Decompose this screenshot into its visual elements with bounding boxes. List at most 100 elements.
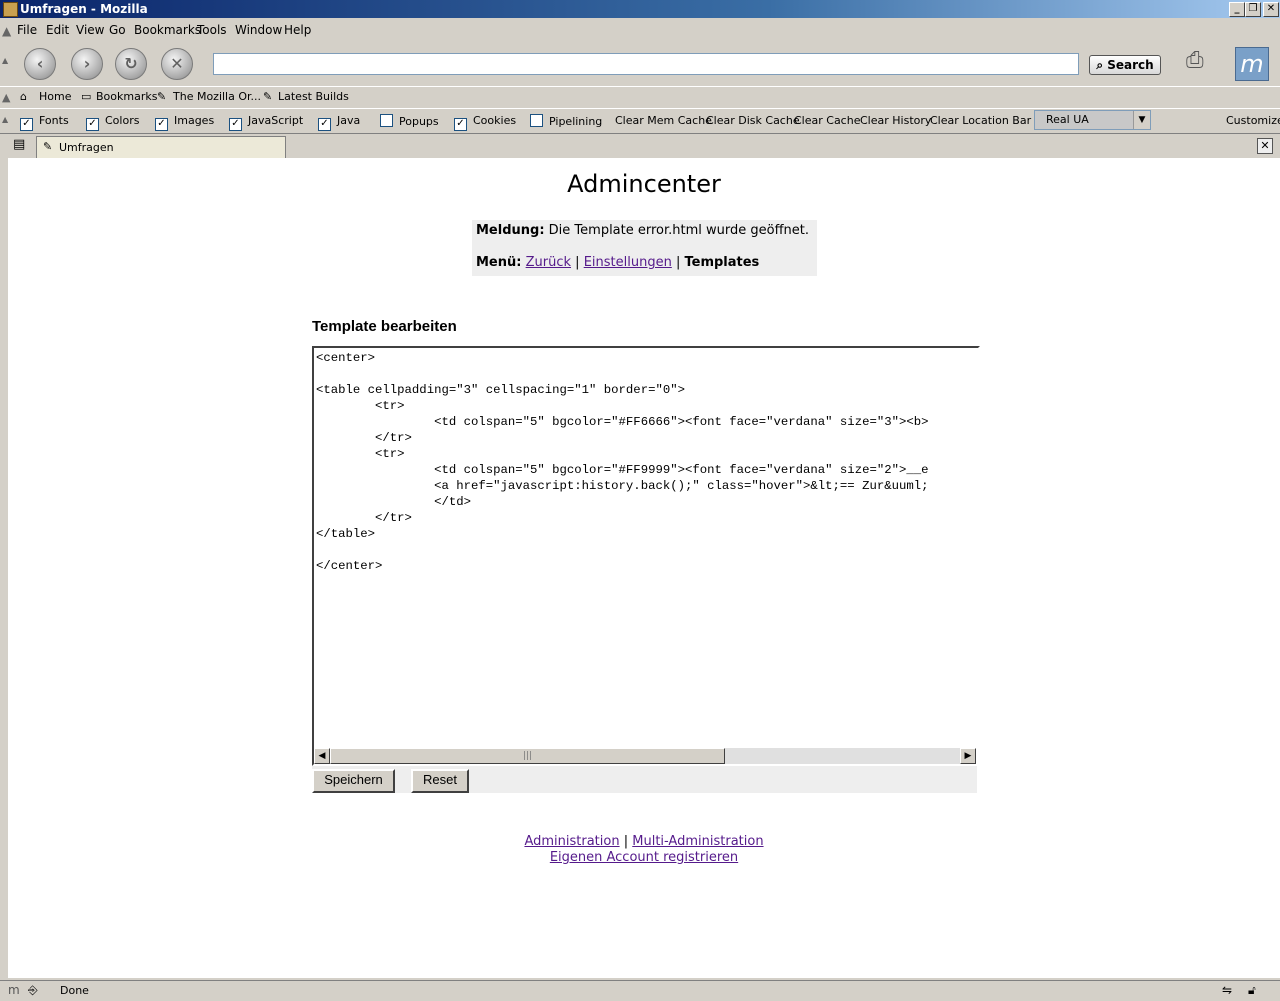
- scroll-left-icon[interactable]: ◀: [314, 748, 330, 764]
- tab-label: Umfragen: [59, 141, 114, 154]
- menu-help[interactable]: Help: [284, 23, 311, 37]
- menu-go[interactable]: Go: [109, 23, 126, 37]
- template-code[interactable]: <center> <table cellpadding="3" cellspac…: [314, 348, 978, 748]
- back-icon[interactable]: ‹: [24, 48, 56, 80]
- checkbox-label: JavaScript: [248, 114, 304, 127]
- mozilla-logo-icon[interactable]: m: [1235, 47, 1269, 81]
- checkbox-label: Cookies: [473, 114, 517, 127]
- checkbox-box[interactable]: ✓: [86, 118, 99, 131]
- page-title: Admincenter: [567, 170, 721, 198]
- customize-button[interactable]: Customize: [1226, 114, 1280, 127]
- tab-umfragen[interactable]: ✎ Umfragen: [36, 136, 286, 158]
- scroll-right-icon[interactable]: ▶: [960, 748, 976, 764]
- horizontal-scrollbar[interactable]: ◀ ||| ▶: [314, 748, 976, 764]
- menu-window[interactable]: Window: [235, 23, 282, 37]
- clear-location-bar-button[interactable]: Clear Location Bar: [930, 114, 1031, 127]
- status-text: Done: [60, 984, 89, 997]
- template-textarea[interactable]: <center> <table cellpadding="3" cellspac…: [312, 346, 980, 766]
- checkbox-java[interactable]: ✓ Java: [318, 114, 360, 131]
- restore-button[interactable]: ❐: [1245, 2, 1261, 17]
- stop-icon[interactable]: ✕: [161, 48, 193, 80]
- footer-links: Administration | Multi-Administration: [8, 834, 1280, 849]
- security-lock-icon: 🔓︎: [1248, 983, 1256, 997]
- menu-file[interactable]: File: [17, 23, 37, 37]
- close-tab-icon[interactable]: ✕: [1257, 138, 1273, 154]
- forward-icon[interactable]: ›: [71, 48, 103, 80]
- new-tab-icon[interactable]: ▤: [13, 137, 25, 152]
- toolbar-grip-icon[interactable]: ▲: [2, 115, 8, 124]
- checkbox-javascript[interactable]: ✓ JavaScript: [229, 114, 303, 131]
- scrollbar-thumb[interactable]: |||: [330, 748, 725, 764]
- menu-current-templates: Templates: [684, 255, 760, 270]
- bookmark-page-icon: ✎: [157, 90, 167, 103]
- clear-mem-cache-button[interactable]: Clear Mem Cache: [615, 114, 712, 127]
- link-einstellungen[interactable]: Einstellungen: [584, 255, 672, 270]
- toolbar-grip-icon[interactable]: ▲: [2, 91, 10, 104]
- mozilla-app-icon: [3, 2, 18, 17]
- checkbox-box[interactable]: [530, 114, 543, 127]
- checkbox-pipelining[interactable]: Pipelining: [530, 114, 602, 128]
- connection-icon: ⇋: [1222, 983, 1233, 997]
- checkbox-label: Fonts: [39, 114, 69, 127]
- link-administration[interactable]: Administration: [524, 834, 619, 849]
- print-icon[interactable]: ⎙: [1186, 48, 1216, 74]
- menu-bookmarks[interactable]: Bookmarks: [134, 23, 201, 37]
- message-line: Meldung: Die Template error.html wurde g…: [476, 223, 809, 238]
- menu-tools[interactable]: Tools: [197, 23, 227, 37]
- status-bar: m ⎆ Done ⇋ 🔓︎: [0, 980, 1280, 1001]
- checkbox-images[interactable]: ✓ Images: [155, 114, 214, 131]
- folder-icon: ▭: [81, 90, 92, 103]
- toolbar-grip-icon[interactable]: ▲: [2, 56, 8, 65]
- save-button[interactable]: Speichern: [312, 769, 395, 793]
- bookmark-home[interactable]: Home: [39, 90, 71, 103]
- menu-view[interactable]: View: [76, 23, 104, 37]
- link-register-account[interactable]: Eigenen Account registrieren: [550, 850, 738, 865]
- checkbox-label: Popups: [399, 115, 439, 128]
- minimize-button[interactable]: _: [1229, 2, 1245, 17]
- section-title: Template bearbeiten: [312, 318, 457, 335]
- checkbox-box[interactable]: [380, 114, 393, 127]
- menu-label: Menü:: [476, 255, 522, 270]
- clear-history-button[interactable]: Clear History: [860, 114, 931, 127]
- checkbox-colors[interactable]: ✓ Colors: [86, 114, 139, 131]
- checkbox-box[interactable]: ✓: [229, 118, 242, 131]
- button-row: Speichern Reset: [312, 766, 977, 793]
- checkbox-box[interactable]: ✓: [155, 118, 168, 131]
- checkbox-cookies[interactable]: ✓ Cookies: [454, 114, 516, 131]
- reset-button[interactable]: Reset: [411, 769, 469, 793]
- title-bar: Umfragen - Mozilla _ ❐ ✕: [0, 0, 1280, 18]
- link-zurueck[interactable]: Zurück: [526, 255, 571, 270]
- bookmark-bookmarks[interactable]: Bookmarks: [96, 90, 157, 103]
- chevron-down-icon[interactable]: ▼: [1133, 111, 1150, 129]
- checkbox-box[interactable]: ✓: [318, 118, 331, 131]
- user-agent-select[interactable]: Real UA ▼: [1034, 110, 1151, 130]
- mozilla-status-icon[interactable]: m: [8, 983, 20, 997]
- online-status-icon[interactable]: ⎆: [28, 983, 38, 998]
- bookmarks-toolbar: ▲ ⌂ Home ▭ Bookmarks ✎ The Mozilla Or...…: [0, 86, 1280, 107]
- bookmark-page-icon: ✎: [263, 90, 273, 103]
- checkbox-label: Pipelining: [549, 115, 603, 128]
- checkbox-box[interactable]: ✓: [454, 118, 467, 131]
- message-box: Meldung: Die Template error.html wurde g…: [472, 220, 817, 276]
- close-window-button[interactable]: ✕: [1263, 2, 1279, 17]
- message-text: Die Template error.html wurde geöffnet.: [548, 223, 810, 238]
- checkbox-fonts[interactable]: ✓ Fonts: [20, 114, 69, 131]
- bookmark-latest-builds[interactable]: Latest Builds: [278, 90, 349, 103]
- clear-cache-button[interactable]: Clear Cache: [794, 114, 860, 127]
- page-icon: ✎: [43, 140, 53, 153]
- checkbox-popups[interactable]: Popups: [380, 114, 439, 128]
- search-button[interactable]: ⌕ Search: [1089, 55, 1161, 75]
- toolbar-grip-icon[interactable]: ▲: [2, 24, 11, 38]
- window-title: Umfragen - Mozilla: [20, 2, 148, 16]
- url-input[interactable]: [213, 53, 1079, 75]
- tab-bar: ▤ ✎ Umfragen: [0, 134, 1280, 158]
- checkbox-label: Colors: [105, 114, 140, 127]
- clear-disk-cache-button[interactable]: Clear Disk Cache: [706, 114, 800, 127]
- bookmark-mozilla-org[interactable]: The Mozilla Or...: [173, 90, 261, 103]
- page-content: Admincenter Meldung: Die Template error.…: [8, 158, 1280, 978]
- reload-icon[interactable]: ↻: [115, 48, 147, 80]
- link-multi-administration[interactable]: Multi-Administration: [632, 834, 763, 849]
- checkbox-box[interactable]: ✓: [20, 118, 33, 131]
- footer-separator: |: [623, 834, 629, 849]
- menu-edit[interactable]: Edit: [46, 23, 69, 37]
